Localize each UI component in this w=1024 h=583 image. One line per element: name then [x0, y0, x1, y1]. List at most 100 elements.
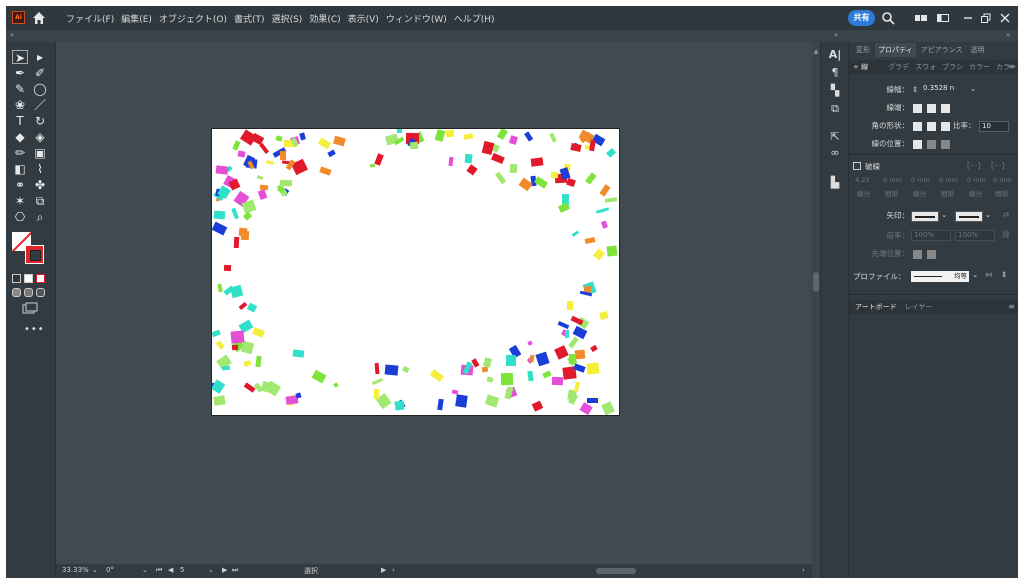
menu-select[interactable]: 選択(S) — [272, 12, 303, 25]
tab-transparency[interactable]: 透明 — [967, 43, 987, 57]
collapse-tools-icon[interactable]: » — [10, 31, 14, 39]
symbols-panel-icon[interactable]: ⧉ — [827, 102, 843, 116]
subtab-color[interactable]: カラー — [969, 62, 990, 72]
horizontal-scrollbar[interactable] — [436, 568, 786, 574]
dashed-checkbox[interactable] — [853, 162, 861, 170]
rotate-tool-icon[interactable]: ↻ — [32, 114, 48, 128]
stroke-weight-input[interactable]: 0.3528 n — [921, 84, 969, 95]
flip-along-icon[interactable]: ⧓ — [985, 270, 993, 279]
brush-tool-icon[interactable]: ✎ — [12, 82, 28, 96]
next-artboard-icon[interactable]: ▶ — [222, 566, 227, 574]
fill-stroke-control[interactable] — [12, 232, 52, 272]
menu-effect[interactable]: 効果(C) — [309, 12, 340, 25]
first-artboard-icon[interactable]: ⏮ — [156, 566, 162, 575]
projecting-cap-icon[interactable] — [941, 104, 950, 113]
align-inside-icon[interactable] — [927, 140, 936, 149]
subtab-gradient[interactable]: グラデ — [888, 62, 909, 72]
rotation-dropdown-icon[interactable]: ⌄ — [142, 566, 148, 574]
links-panel-icon[interactable]: ∞ — [827, 146, 843, 160]
stroke-weight-dropdown-icon[interactable]: ⌄ — [970, 84, 976, 93]
arrange-documents-icon[interactable] — [914, 11, 928, 25]
swatches-panel-icon[interactable]: ▚ — [827, 84, 843, 98]
gap-1-input[interactable]: 0 mm — [883, 176, 902, 184]
menu-help[interactable]: ヘルプ(H) — [454, 12, 495, 25]
profile-select[interactable]: 均等 — [911, 271, 969, 282]
horizontal-scroll-thumb[interactable] — [596, 568, 636, 574]
collapse-panel-icon[interactable]: » — [1006, 31, 1010, 39]
align-center-icon[interactable] — [913, 140, 922, 149]
type-tool-icon[interactable]: T — [12, 114, 28, 128]
align-outside-icon[interactable] — [941, 140, 950, 149]
artboard[interactable] — [211, 128, 620, 416]
swap-arrows-icon[interactable]: ⇄ — [1003, 210, 1009, 219]
menu-window[interactable]: ウィンドウ(W) — [386, 12, 447, 25]
scroll-left-icon[interactable]: ‹ — [392, 566, 395, 574]
scroll-up-icon[interactable]: ▲ — [812, 48, 820, 55]
slice-tool-icon[interactable]: ⎔ — [12, 210, 28, 224]
tab-properties[interactable]: プロパティ — [875, 43, 916, 57]
tab-artboards[interactable]: アートボード — [855, 302, 897, 312]
rotation-value[interactable]: 0° — [106, 566, 114, 574]
link-scale-icon[interactable]: ⛓ — [1001, 230, 1011, 239]
butt-cap-icon[interactable] — [913, 104, 922, 113]
more-tools-icon[interactable]: ••• — [24, 324, 45, 335]
round-join-icon[interactable] — [927, 122, 936, 131]
canvas-area[interactable] — [56, 42, 812, 564]
bevel-join-icon[interactable] — [941, 122, 950, 131]
menu-file[interactable]: ファイル(F) — [66, 12, 114, 25]
start-arrow-dropdown-icon[interactable]: ⌄ — [941, 210, 947, 219]
pen-tool-icon[interactable]: ✒ — [12, 66, 28, 80]
stroke-swatch[interactable] — [25, 245, 44, 264]
end-scale-input[interactable]: 100% — [955, 230, 995, 241]
dash-align-icon[interactable]: [⋯] — [991, 161, 1004, 170]
pencil-tool-icon[interactable]: ／ — [32, 98, 48, 112]
flip-across-icon[interactable]: ⇕ — [1001, 270, 1007, 279]
none-icon[interactable] — [36, 274, 45, 283]
dash-preserve-icon[interactable]: [⋯] — [967, 161, 980, 170]
menu-edit[interactable]: 編集(E) — [121, 12, 152, 25]
gap-3-input[interactable]: 0 mm — [993, 176, 1012, 184]
draw-normal-icon[interactable] — [12, 288, 21, 297]
zoom-level[interactable]: 33.33% — [62, 566, 89, 574]
restore-icon[interactable] — [979, 11, 993, 25]
ellipse-tool-icon[interactable]: ◯ — [32, 82, 48, 96]
paragraph-panel-icon[interactable]: ¶ — [827, 66, 843, 80]
align-panel-icon[interactable]: ▙ — [827, 176, 843, 190]
symbol-sprayer-tool-icon[interactable]: ✤ — [32, 178, 48, 192]
vertical-scrollbar[interactable]: ▲ — [812, 42, 820, 578]
dash-2-input[interactable]: 0 mm — [911, 176, 930, 184]
screen-mode-icon[interactable] — [22, 302, 38, 314]
subtab-stroke[interactable]: ÷ 線 — [853, 62, 868, 72]
dash-1-input[interactable]: 4.23 — [855, 176, 869, 184]
artboard-number[interactable]: 5 — [180, 566, 184, 574]
eraser-tool-icon[interactable]: ◆ — [12, 130, 28, 144]
export-panel-icon[interactable]: ⇱ — [827, 130, 843, 144]
color-icon[interactable] — [12, 274, 21, 283]
subtab-brushes[interactable]: ブラシ — [942, 62, 963, 72]
subtab-swatches[interactable]: スウォ — [915, 62, 936, 72]
profile-dropdown-icon[interactable]: ⌄ — [972, 270, 978, 279]
close-icon[interactable] — [998, 11, 1012, 25]
artboard-tool-icon[interactable]: ⧉ — [32, 194, 48, 208]
last-artboard-icon[interactable]: ⏭ — [232, 566, 238, 575]
ratio-input[interactable]: 10 — [979, 121, 1009, 132]
start-arrow-select[interactable] — [911, 211, 939, 222]
gap-2-input[interactable]: 0 mm — [939, 176, 958, 184]
minimize-icon[interactable] — [961, 11, 975, 25]
draw-inside-icon[interactable] — [36, 288, 45, 297]
panel-menu-icon[interactable]: ≡ — [1008, 62, 1015, 71]
share-button[interactable]: 共有 — [848, 10, 875, 26]
vertical-scroll-thumb[interactable] — [813, 272, 819, 292]
eyedropper-tool-icon[interactable]: ✏ — [12, 146, 28, 160]
curvature-tool-icon[interactable]: ✐ — [32, 66, 48, 80]
end-arrow-select[interactable] — [955, 211, 983, 222]
end-arrow-dropdown-icon[interactable]: ⌄ — [985, 210, 991, 219]
menu-view[interactable]: 表示(V) — [348, 12, 379, 25]
shaper-tool-icon[interactable]: ❀ — [12, 98, 28, 112]
blend-tool-icon[interactable]: ⚭ — [12, 178, 28, 192]
tab-transform[interactable]: 変形 — [853, 43, 873, 57]
tab-appearance[interactable]: アピアランス — [918, 43, 966, 57]
direct-selection-tool-icon[interactable]: ▸ — [32, 50, 48, 64]
tip-extend-icon[interactable] — [913, 250, 922, 259]
miter-join-icon[interactable] — [913, 122, 922, 131]
